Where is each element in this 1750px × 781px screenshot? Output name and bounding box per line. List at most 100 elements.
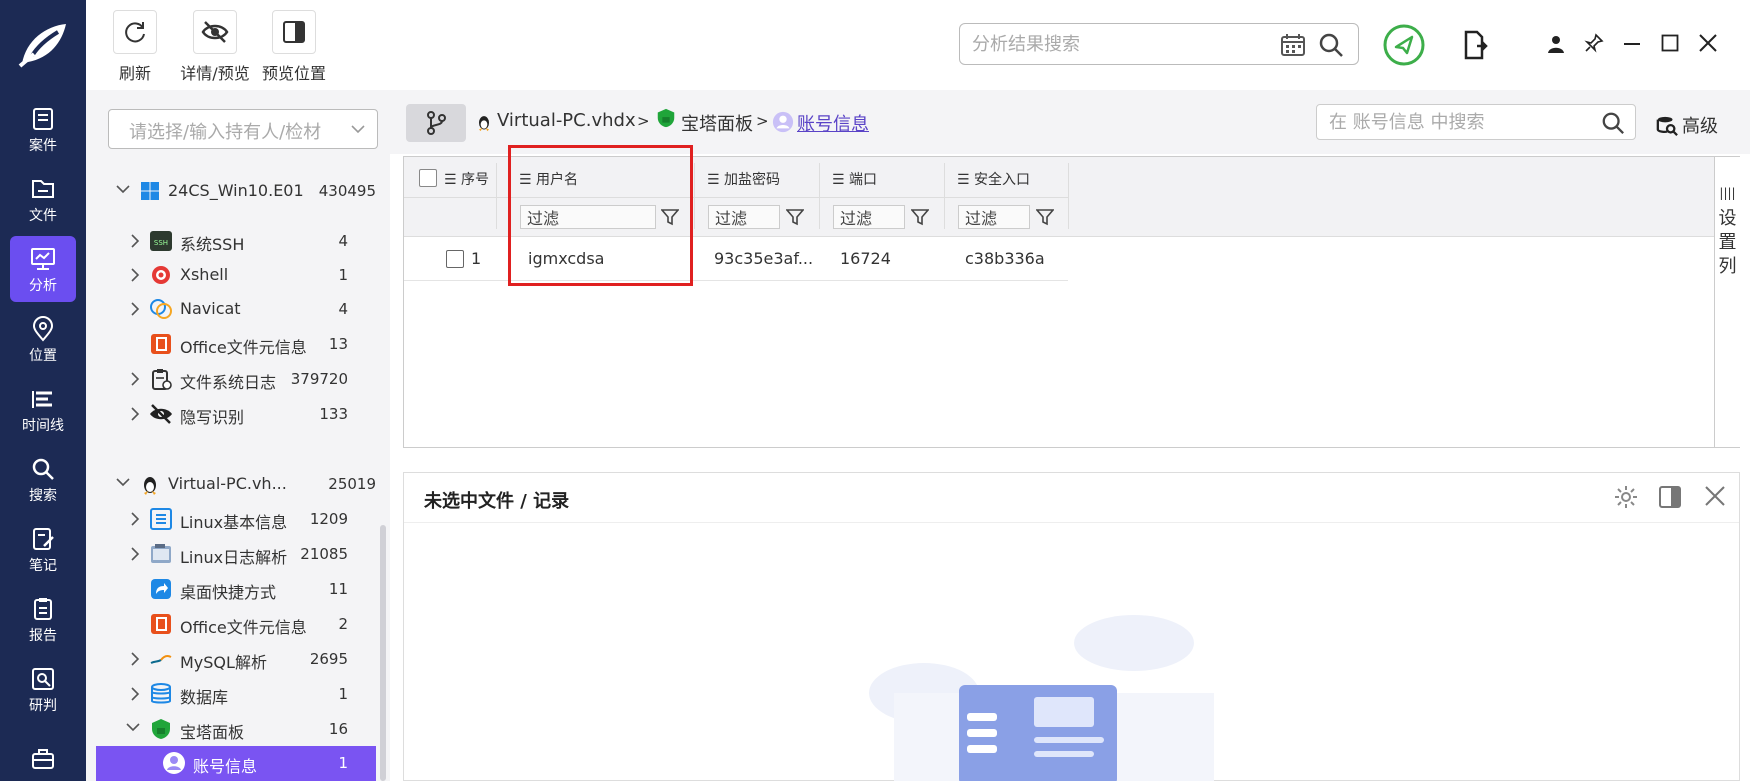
panel-right-icon bbox=[283, 21, 305, 43]
advanced-search-button[interactable]: 高级 bbox=[1656, 112, 1718, 138]
chevron-right-icon[interactable] bbox=[130, 302, 140, 316]
tree-item-steganography[interactable]: 隐写识别 133 bbox=[96, 397, 376, 431]
chevron-down-icon[interactable] bbox=[116, 184, 130, 194]
rail-item-timeline[interactable]: 时间线 bbox=[0, 376, 86, 442]
chevron-right-icon[interactable] bbox=[130, 687, 140, 701]
breadcrumb-item-bt-panel[interactable]: 宝塔面板 bbox=[681, 110, 753, 136]
rail-item-file[interactable]: 文件 bbox=[0, 166, 86, 232]
minimize-icon[interactable] bbox=[1623, 42, 1641, 46]
rail-item-location[interactable]: 位置 bbox=[0, 306, 86, 372]
column-header-label: 序号 bbox=[461, 172, 490, 188]
chevron-right-icon[interactable] bbox=[130, 547, 140, 561]
filter-input-entry[interactable] bbox=[958, 205, 1030, 229]
tree-item-fs-log[interactable]: 文件系统日志 379720 bbox=[96, 362, 376, 396]
rail-item-analysis[interactable]: 分析 bbox=[10, 236, 76, 302]
tree-item-count: 4 bbox=[338, 300, 348, 318]
column-header-entry[interactable]: ☰ 安全入口 bbox=[957, 169, 1030, 189]
maximize-icon[interactable] bbox=[1661, 34, 1679, 52]
branch-toggle-button[interactable] bbox=[406, 104, 466, 142]
chevron-right-icon[interactable] bbox=[130, 652, 140, 666]
tree-item-office-meta-2[interactable]: Office文件元信息 2 bbox=[96, 607, 376, 641]
set-columns-button[interactable]: |||| 设置列 bbox=[1714, 157, 1740, 447]
close-icon[interactable] bbox=[1699, 34, 1717, 52]
panel-right-icon[interactable] bbox=[1658, 485, 1682, 509]
search-icon[interactable] bbox=[1601, 111, 1625, 135]
tree-scrollbar[interactable] bbox=[380, 525, 386, 781]
filter-icon[interactable] bbox=[1036, 208, 1054, 226]
owner-select[interactable]: 请选择/输入持有人/检材 bbox=[108, 109, 378, 149]
tree-item-evidence-vhdx[interactable]: Virtual-PC.vh... 25019 bbox=[96, 467, 376, 501]
pin-icon[interactable] bbox=[1584, 33, 1604, 53]
select-all-checkbox[interactable] bbox=[419, 169, 437, 187]
breadcrumb-item-evidence[interactable]: Virtual-PC.vhdx bbox=[497, 110, 636, 131]
tree-item-evidence-win10[interactable]: 24CS_Win10.E01 430495 bbox=[96, 174, 376, 208]
tree-item-navicat[interactable]: Navicat 4 bbox=[96, 292, 376, 326]
user-icon[interactable] bbox=[1546, 34, 1566, 54]
judge-icon bbox=[32, 668, 54, 690]
tree-item-linux-log[interactable]: Linux日志解析 21085 bbox=[96, 537, 376, 571]
filter-input-salted-password[interactable] bbox=[708, 205, 780, 229]
chevron-right-icon[interactable] bbox=[130, 512, 140, 526]
location-icon bbox=[32, 316, 54, 342]
filter-icon[interactable] bbox=[786, 208, 804, 226]
close-icon[interactable] bbox=[1704, 485, 1726, 507]
refresh-button[interactable]: 刷新 bbox=[110, 10, 160, 84]
rail-item-search[interactable]: 搜索 bbox=[0, 446, 86, 512]
rail-item-case[interactable]: 案件 bbox=[0, 96, 86, 162]
bt-shield-icon bbox=[152, 719, 170, 739]
tree-item-database[interactable]: 数据库 1 bbox=[96, 677, 376, 711]
tree-item-mysql[interactable]: MySQL解析 2695 bbox=[96, 642, 376, 676]
tree-item-count: 13 bbox=[328, 335, 348, 353]
chevron-right-icon[interactable] bbox=[130, 407, 140, 421]
chevron-down-icon[interactable] bbox=[116, 477, 130, 487]
chevron-right-icon[interactable] bbox=[130, 234, 140, 248]
row-checkbox[interactable] bbox=[446, 250, 464, 268]
chevron-down-icon[interactable] bbox=[126, 722, 140, 732]
rail-item-label: 笔记 bbox=[29, 558, 57, 574]
breadcrumb-separator: > bbox=[756, 112, 769, 130]
status-shield-icon[interactable] bbox=[1383, 24, 1425, 66]
filter-icon[interactable] bbox=[911, 208, 929, 226]
toolbox-icon bbox=[32, 749, 54, 769]
tree-item-bt-panel[interactable]: 宝塔面板 16 bbox=[96, 712, 376, 746]
breadcrumb-item-account-info[interactable]: 账号信息 bbox=[797, 110, 869, 136]
column-header-port[interactable]: ☰ 端口 bbox=[832, 169, 877, 189]
tree-item-label: Xshell bbox=[180, 265, 229, 284]
windows-icon bbox=[141, 182, 159, 200]
gear-icon[interactable] bbox=[1614, 485, 1638, 509]
export-icon[interactable] bbox=[1462, 30, 1488, 60]
rail-item-label: 时间线 bbox=[22, 418, 64, 434]
table-row[interactable]: 1 igmxcdsa 93c35e3af... 16724 c38b336a bbox=[404, 237, 1068, 281]
tree-item-ssh[interactable]: SSH 系统SSH 4 bbox=[96, 224, 376, 258]
filter-input-port[interactable] bbox=[833, 205, 905, 229]
global-search-input[interactable] bbox=[972, 32, 1262, 56]
tree-item-account-info[interactable]: 账号信息 1 bbox=[96, 746, 376, 781]
rail-item-toolbox[interactable] bbox=[0, 736, 86, 781]
tree-item-label: Linux日志解析 bbox=[180, 548, 288, 567]
rail-item-judge[interactable]: 研判 bbox=[0, 656, 86, 722]
tree-item-label: Office文件元信息 bbox=[180, 618, 307, 637]
detail-preview-button[interactable]: 详情/预览 bbox=[175, 10, 255, 84]
content-search-input[interactable] bbox=[1329, 111, 1589, 133]
detail-preview-label: 详情/预览 bbox=[180, 64, 250, 83]
eye-off-icon bbox=[201, 21, 229, 43]
rail-item-label: 报告 bbox=[29, 628, 57, 644]
tree-item-linux-info[interactable]: Linux基本信息 1209 bbox=[96, 502, 376, 536]
search-icon[interactable] bbox=[1318, 32, 1344, 58]
tree-item-office-meta-1[interactable]: Office文件元信息 13 bbox=[96, 327, 376, 361]
highlight-box bbox=[508, 145, 693, 286]
column-header-index[interactable]: ☰ 序号 bbox=[444, 169, 489, 189]
column-header-salted-password[interactable]: ☰ 加盐密码 bbox=[707, 169, 780, 189]
tree-item-desktop-shortcut[interactable]: 桌面快捷方式 11 bbox=[96, 572, 376, 606]
app-logo-icon bbox=[18, 24, 66, 68]
rail-item-report[interactable]: 报告 bbox=[0, 586, 86, 652]
tree-item-xshell[interactable]: Xshell 1 bbox=[96, 258, 376, 292]
rail-item-label: 案件 bbox=[29, 138, 57, 154]
chevron-right-icon[interactable] bbox=[130, 268, 140, 282]
tree-item-count: 430495 bbox=[318, 182, 376, 200]
tree-item-count: 11 bbox=[328, 580, 348, 598]
chevron-right-icon[interactable] bbox=[130, 372, 140, 386]
calendar-icon[interactable] bbox=[1280, 33, 1306, 57]
rail-item-note[interactable]: 笔记 bbox=[0, 516, 86, 582]
preview-position-button[interactable]: 预览位置 bbox=[258, 10, 330, 84]
